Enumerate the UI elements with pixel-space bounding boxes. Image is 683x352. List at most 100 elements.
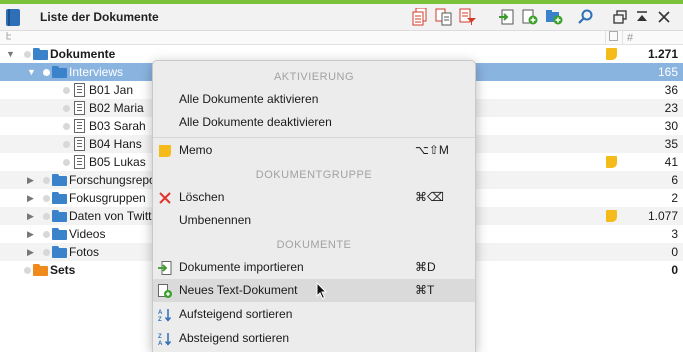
activation-dot[interactable]: [43, 249, 50, 256]
doc-count: 3: [671, 227, 678, 241]
doc-count: 2: [671, 191, 678, 205]
tree-label: Dokumente: [50, 47, 116, 61]
menu-label: Umbenennen: [179, 213, 252, 227]
context-menu: AKTIVIERUNG Alle Dokumente aktivieren Al…: [152, 60, 476, 352]
documents-stack-icon[interactable]: [410, 7, 430, 27]
doc-count: 165: [657, 65, 678, 79]
menu-shortcut: ⌘T: [415, 283, 435, 297]
memo-icon[interactable]: [606, 48, 617, 60]
folder-icon: [52, 228, 67, 240]
activation-dot[interactable]: [43, 213, 50, 220]
memo-column-icon[interactable]: [605, 31, 619, 45]
menu-memo[interactable]: Memo ⌥⇧M: [153, 139, 475, 162]
activation-dot[interactable]: [63, 87, 70, 94]
expand-arrow-icon[interactable]: ▶: [27, 207, 37, 225]
menu-sort-descending[interactable]: ZA Absteigend sortieren: [153, 327, 475, 350]
menu-label: Absteigend sortieren: [179, 331, 290, 345]
menu-new-text-document[interactable]: Neues Text-Dokument ⌘T: [153, 279, 475, 302]
activation-dot[interactable]: [43, 69, 50, 76]
expand-arrow-icon[interactable]: ▶: [27, 225, 37, 243]
activation-dot[interactable]: [63, 105, 70, 112]
activation-dot[interactable]: [24, 267, 31, 274]
new-document-icon[interactable]: [520, 7, 540, 27]
activation-dot[interactable]: [43, 195, 50, 202]
activation-dot[interactable]: [63, 141, 70, 148]
tree-label: B02 Maria: [89, 101, 144, 115]
copy-documents-icon[interactable]: [434, 7, 454, 27]
activation-dot[interactable]: [63, 123, 70, 130]
import-icon[interactable]: [496, 7, 516, 27]
tree-label: Fotos: [69, 245, 100, 259]
undock-icon[interactable]: [610, 7, 630, 27]
folder-icon: [52, 66, 67, 78]
memo-icon: [159, 145, 171, 157]
menu-import-documents[interactable]: Dokumente importieren ⌘D: [153, 256, 475, 279]
tree-label: Interviews: [69, 65, 124, 79]
folder-icon: [52, 174, 67, 186]
activation-dot[interactable]: [63, 159, 70, 166]
text-document-icon: [74, 155, 85, 169]
menu-sort-ascending[interactable]: AZ Aufsteigend sortieren: [153, 303, 475, 326]
menu-label: Löschen: [179, 190, 225, 204]
menu-section-group: DOKUMENTGRUPPE: [255, 169, 373, 181]
expand-arrow-icon[interactable]: ▶: [27, 243, 37, 261]
folder-icon: [52, 246, 67, 258]
svg-text:Z: Z: [158, 334, 162, 340]
collapse-up-icon[interactable]: [632, 7, 652, 27]
expand-arrow-icon[interactable]: ▶: [27, 171, 37, 189]
expand-arrow-icon[interactable]: ▼: [27, 63, 37, 81]
menu-label: Alle Dokumente aktivieren: [179, 92, 319, 106]
doc-count: 0: [671, 245, 678, 259]
text-document-icon: [74, 119, 85, 133]
menu-label: Dokumente importieren: [179, 260, 304, 274]
tree-label: Fokusgruppen: [69, 191, 146, 205]
tree-label: B03 Sarah: [89, 119, 146, 133]
doc-count: 35: [664, 137, 678, 151]
tree-label: Forschungsrepo: [69, 173, 156, 187]
filter-documents-icon[interactable]: [458, 7, 478, 27]
menu-deactivate-all[interactable]: Alle Dokumente deaktivieren: [153, 111, 475, 134]
menu-shortcut: ⌘⌫: [415, 190, 444, 204]
tree-label: B04 Hans: [89, 137, 142, 151]
doc-count: 30: [664, 119, 678, 133]
import-icon: [158, 261, 172, 275]
folder-icon: [52, 210, 67, 222]
document-system-icon: [6, 9, 20, 26]
close-icon[interactable]: [654, 7, 674, 27]
count-column-icon[interactable]: #: [622, 31, 633, 45]
svg-text:A: A: [158, 310, 163, 316]
expand-arrow-icon[interactable]: ▼: [6, 45, 16, 63]
column-header: #: [0, 31, 683, 45]
svg-text:Z: Z: [158, 317, 162, 322]
memo-icon[interactable]: [606, 210, 617, 222]
activation-dot[interactable]: [43, 177, 50, 184]
svg-text:A: A: [158, 341, 163, 346]
title-bar: Liste der Dokumente: [0, 4, 683, 31]
tree-label: Daten von Twitt: [69, 209, 152, 223]
text-document-icon: [74, 101, 85, 115]
sort-descending-icon: ZA: [158, 333, 172, 346]
menu-shortcut: ⌥⇧M: [415, 143, 449, 157]
doc-count: 0: [671, 263, 678, 277]
menu-section-documents: DOKUMENTE: [276, 239, 352, 251]
memo-icon[interactable]: [606, 156, 617, 168]
expand-arrow-icon[interactable]: ▶: [27, 189, 37, 207]
menu-shortcut: ⌘D: [415, 260, 436, 274]
new-group-icon[interactable]: [544, 7, 564, 27]
menu-rename[interactable]: Umbenennen: [153, 209, 475, 232]
activation-dot[interactable]: [43, 231, 50, 238]
menu-label: Memo: [179, 143, 213, 157]
menu-activate-all[interactable]: Alle Dokumente aktivieren: [153, 88, 475, 111]
activation-dot[interactable]: [24, 51, 31, 58]
folder-icon: [52, 192, 67, 204]
doc-count: 36: [664, 83, 678, 97]
search-icon[interactable]: [576, 7, 596, 27]
doc-count: 23: [664, 101, 678, 115]
folder-icon: [33, 48, 48, 60]
menu-delete[interactable]: Löschen ⌘⌫: [153, 186, 475, 209]
sort-ascending-icon: AZ: [158, 309, 172, 322]
doc-count: 1.271: [647, 47, 678, 61]
tree-label: Sets: [50, 263, 76, 277]
text-document-icon: [74, 83, 85, 97]
menu-section-activation: AKTIVIERUNG: [273, 71, 355, 83]
